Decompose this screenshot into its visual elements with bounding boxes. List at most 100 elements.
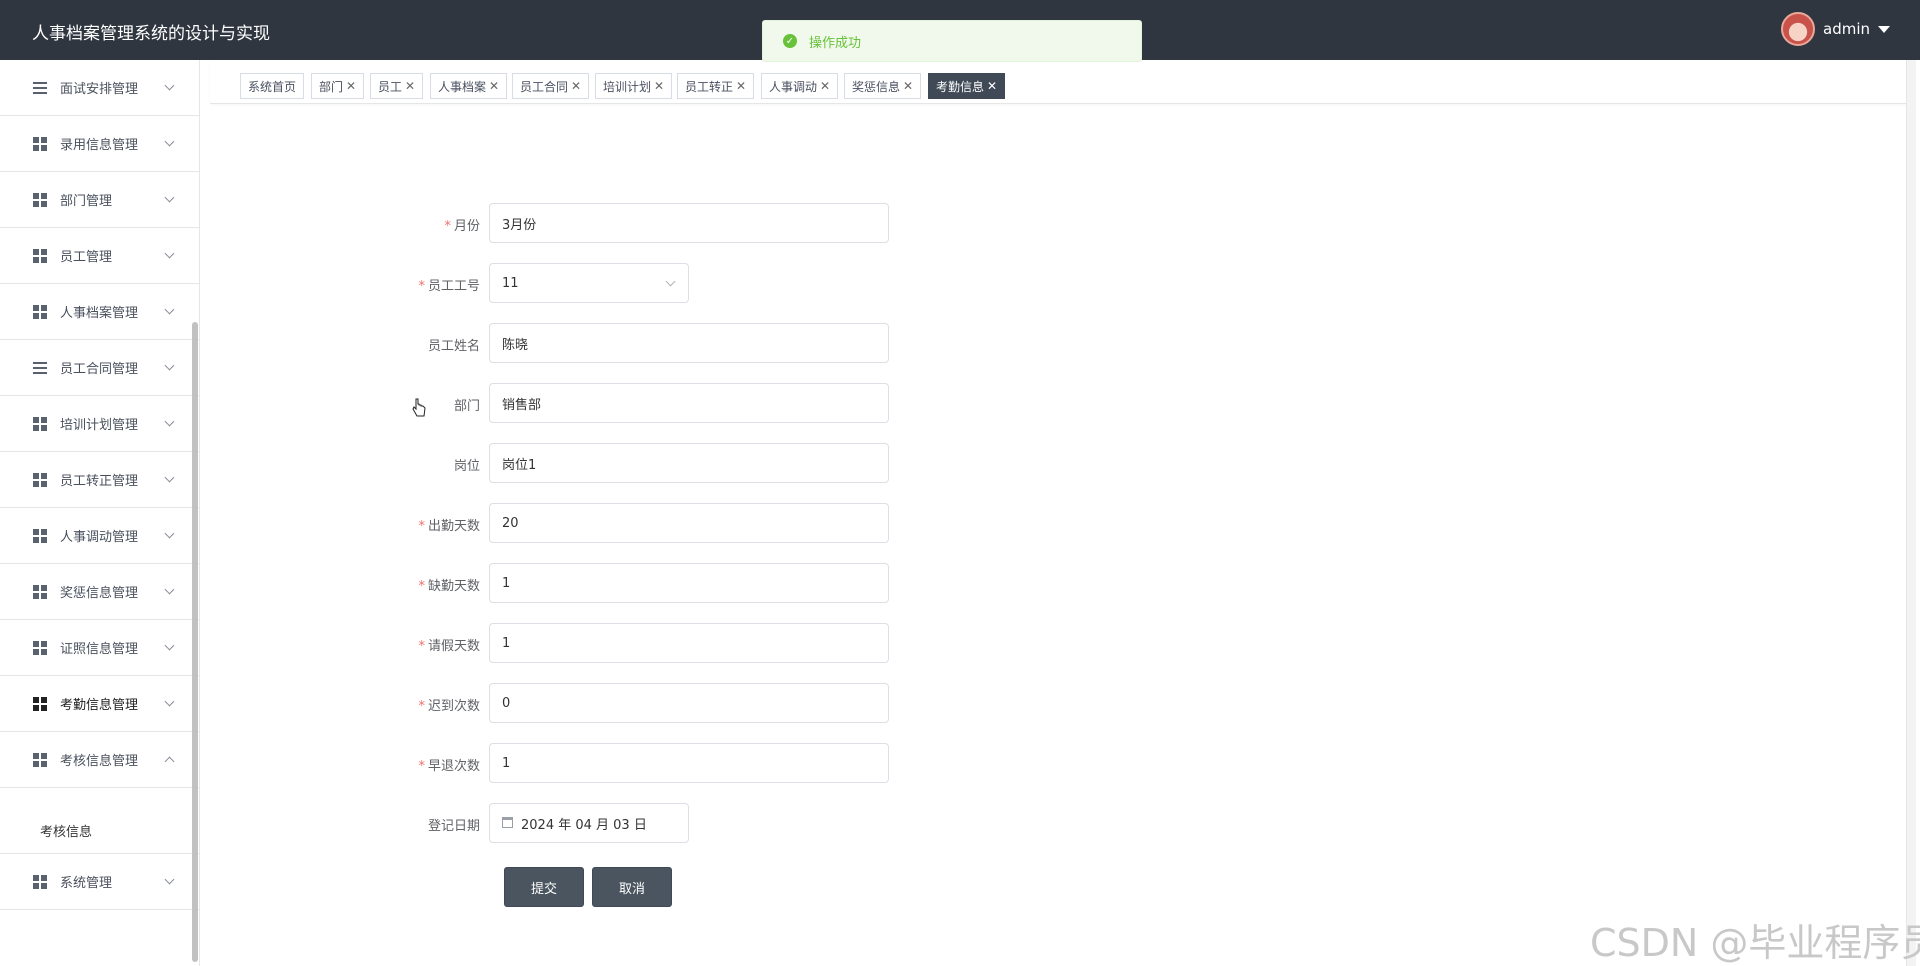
sidebar-item-training[interactable]: 培训计划管理 [0,396,199,452]
tab-contract[interactable]: 员工合同 ✕ [512,73,590,99]
tab-label: 员工 [378,79,403,94]
leave-days-input[interactable]: 1 [489,623,889,663]
close-icon[interactable]: ✕ [346,79,356,93]
tab-attendance[interactable]: 考勤信息 ✕ [928,73,1006,99]
grid-icon [33,752,47,767]
user-menu[interactable]: admin [1781,12,1890,46]
tab-rewards[interactable]: 奖惩信息 ✕ [844,73,922,99]
early-leave-input[interactable]: 1 [489,743,889,783]
sidebar-item-label: 员工转正管理 [60,474,139,489]
sidebar-subitem-assessment-info[interactable]: 考核信息 [0,804,199,854]
sidebar-item-label: 员工合同管理 [60,362,139,377]
chevron-down-icon [164,304,175,315]
sidebar-item-system[interactable]: 系统管理 [0,854,199,910]
submit-button[interactable]: 提交 [504,867,584,907]
sidebar-item-regularization[interactable]: 员工转正管理 [0,452,199,508]
month-input[interactable]: 3月份 [489,203,889,243]
position-input[interactable]: 岗位1 [489,443,889,483]
tab-regularization[interactable]: 员工转正 ✕ [677,73,755,99]
close-icon[interactable]: ✕ [489,79,499,93]
late-count-input[interactable]: 0 [489,683,889,723]
sidebar-item-hiring[interactable]: 录用信息管理 [0,116,199,172]
close-icon[interactable]: ✕ [654,79,664,93]
sidebar-item-license[interactable]: 证照信息管理 [0,620,199,676]
chevron-down-icon [164,80,175,91]
register-date-picker[interactable]: 2024 年 04 月 03 日 [489,803,689,843]
cancel-button[interactable]: 取消 [592,867,672,907]
attendance-days-input[interactable]: 20 [489,503,889,543]
department-input[interactable]: 销售部 [489,383,889,423]
tab-label: 考勤信息 [936,79,985,94]
sidebar-item-label: 部门管理 [60,194,113,209]
tags-view-bar: 系统首页 部门 ✕ 员工 ✕ 人事档案 ✕ 员工合同 ✕ 培训计划 ✕ 员工转正 ✕ 人事调… [210,60,1910,104]
tab-label: 员工转正 [685,79,734,94]
grid-icon [33,874,47,889]
caret-down-icon[interactable] [1878,25,1890,33]
grid-icon [33,136,47,151]
sidebar-item-employee[interactable]: 员工管理 [0,228,199,284]
tab-training[interactable]: 培训计划 ✕ [595,73,673,99]
register-date-label: 登记日期 [427,819,480,834]
main-scrollbar[interactable] [1906,60,1916,966]
employee-no-select[interactable]: 11 [489,263,689,303]
list-icon [33,82,47,96]
chevron-down-icon [164,248,175,259]
chat-icon [33,472,47,487]
employee-name-input[interactable]: 陈晓 [489,323,889,363]
close-icon[interactable]: ✕ [736,79,746,93]
close-icon[interactable]: ✕ [571,79,581,93]
sidebar-item-department[interactable]: 部门管理 [0,172,199,228]
chevron-down-icon [665,276,676,287]
employee-name-label: 员工姓名 [427,339,480,354]
username[interactable]: admin [1823,20,1870,38]
chevron-down-icon [164,696,175,707]
app-title: 人事档案管理系统的设计与实现 [32,24,270,44]
attendance-days-label: * 出勤天数 [418,519,480,534]
absent-days-label: * 缺勤天数 [418,579,480,594]
employee-no-value: 11 [502,275,519,291]
early-leave-label: * 早退次数 [418,759,480,774]
close-icon[interactable]: ✕ [820,79,830,93]
close-icon[interactable]: ✕ [987,79,997,93]
clipboard-icon [33,584,47,599]
check-circle-icon: ✓ [783,34,797,48]
grid-icon [33,640,47,655]
chevron-down-icon [164,416,175,427]
grid-icon [33,416,47,431]
avatar[interactable] [1781,12,1815,46]
briefcase-icon [33,304,47,319]
sidebar-item-label: 证照信息管理 [60,642,139,657]
watermark-text: CSDN @毕业程序员 [1590,921,1920,965]
tab-department[interactable]: 部门 ✕ [311,73,365,99]
absent-days-input[interactable]: 1 [489,563,889,603]
tab-label: 员工合同 [520,79,569,94]
tab-label: 人事调动 [769,79,818,94]
close-icon[interactable]: ✕ [405,79,415,93]
tab-home[interactable]: 系统首页 [240,73,305,99]
close-icon[interactable]: ✕ [903,79,913,93]
sidebar-item-assessment[interactable]: 考核信息管理 [0,732,199,788]
tab-label: 奖惩信息 [852,79,901,94]
tab-label: 系统首页 [248,79,297,94]
sidebar-scrollbar[interactable] [192,322,198,962]
sidebar-item-rewards[interactable]: 奖惩信息管理 [0,564,199,620]
chevron-down-icon [164,136,175,147]
sidebar-item-transfer[interactable]: 人事调动管理 [0,508,199,564]
sidebar-item-archive[interactable]: 人事档案管理 [0,284,199,340]
sidebar-item-label: 人事档案管理 [60,306,139,321]
register-date-value: 2024 年 04 月 03 日 [521,817,647,833]
sidebar-item-attendance[interactable]: 考勤信息管理 [0,676,199,732]
tab-archive[interactable]: 人事档案 ✕ [430,73,508,99]
success-toast: ✓ 操作成功 [762,20,1142,62]
tab-transfer[interactable]: 人事调动 ✕ [761,73,839,99]
chevron-up-icon [164,756,175,767]
chevron-down-icon [164,192,175,203]
sidebar: 面试安排管理 录用信息管理 部门管理 员工管理 人事档案管理 员工合同管理 培训… [0,60,200,966]
sidebar-item-label: 录用信息管理 [60,138,139,153]
tab-label: 培训计划 [603,79,652,94]
tab-label: 人事档案 [438,79,487,94]
sidebar-item-interview[interactable]: 面试安排管理 [0,60,199,116]
tab-employee[interactable]: 员工 ✕ [370,73,424,99]
sliders-icon [33,362,47,376]
sidebar-item-contract[interactable]: 员工合同管理 [0,340,199,396]
